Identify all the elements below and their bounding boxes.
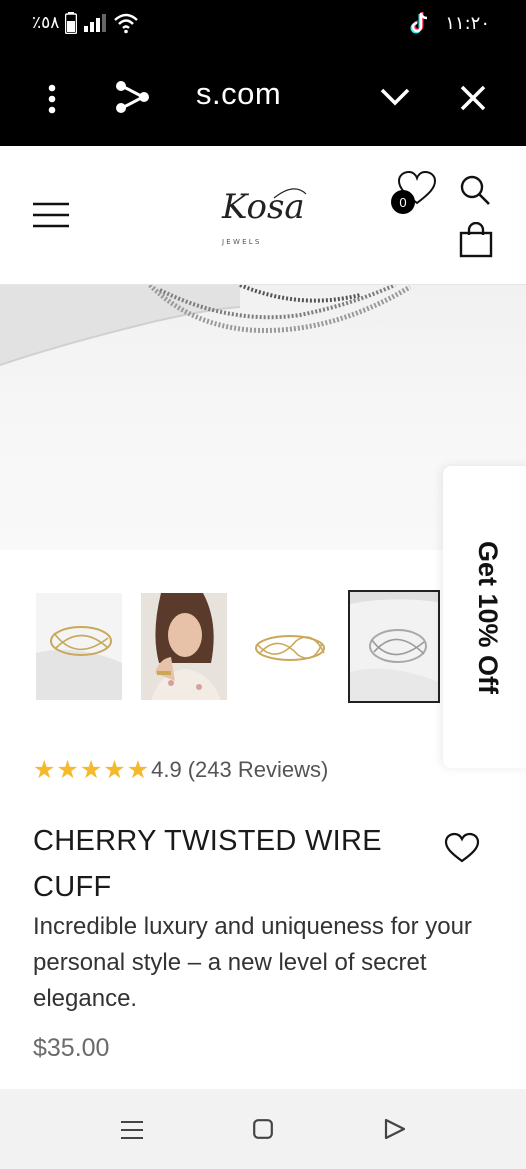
close-icon[interactable] [460, 85, 486, 111]
star-icon: ★ [33, 755, 56, 784]
chevron-down-icon[interactable] [380, 86, 410, 108]
promo-side-tab[interactable]: Get 10% Off [443, 466, 526, 768]
rating-stars: ★ ★ ★ ★ ★ [33, 756, 149, 784]
more-options-icon[interactable] [46, 84, 58, 114]
thumbnail-gold-cuff-flat[interactable] [246, 593, 332, 700]
status-left: ٪٥٨ [32, 12, 139, 34]
brand-logo[interactable]: Kosa J E W E L S [214, 178, 314, 248]
url-text[interactable]: s.com [196, 76, 281, 112]
system-navigation-bar [0, 1089, 526, 1169]
clock: ١١:٢٠ [445, 12, 490, 34]
thumbnail-model-wearing[interactable] [141, 593, 227, 700]
add-to-wishlist-heart-icon[interactable] [444, 832, 480, 864]
star-icon: ★ [126, 755, 150, 784]
star-icon: ★ [103, 755, 126, 784]
wishlist-count-badge: 0 [391, 190, 415, 214]
star-icon: ★ [79, 755, 103, 784]
search-icon[interactable] [459, 174, 491, 206]
battery-percent: ٪٥٨ [32, 13, 60, 33]
back-icon[interactable] [384, 1118, 406, 1140]
signal-icon [84, 14, 107, 32]
wifi-icon [114, 13, 139, 34]
product-title: CHERRY TWISTED WIRE CUFF [33, 825, 382, 903]
product-rating[interactable]: ★ ★ ★ ★ ★ 4.9 (243 Reviews) [33, 756, 328, 784]
thumbnail-silver-cuff-stand[interactable] [348, 590, 440, 703]
hamburger-menu-icon[interactable] [33, 202, 69, 228]
status-right: ١١:٢٠ [409, 11, 490, 35]
logo-subtitle: J E W E L S [221, 238, 260, 246]
status-bar: ٪٥٨ ١١:٢٠ [0, 0, 526, 52]
browser-toolbar: s.com [0, 52, 526, 146]
home-icon[interactable] [253, 1119, 273, 1139]
share-icon[interactable] [114, 79, 150, 115]
product-price: $35.00 [33, 1034, 110, 1062]
rating-value: 4.9 [151, 757, 182, 782]
promo-label: Get 10% Off [473, 540, 504, 694]
star-icon: ★ [56, 755, 79, 784]
recent-apps-icon[interactable] [121, 1120, 143, 1140]
tiktok-icon [410, 12, 428, 34]
shopping-bag-icon[interactable] [459, 222, 493, 258]
thumbnail-gold-cuff-stand[interactable] [36, 593, 122, 700]
logo-wordmark: Kosa [221, 187, 305, 227]
battery-icon [65, 12, 78, 34]
review-count: (243 Reviews) [187, 757, 329, 782]
product-description: Incredible luxury and uniqueness for you… [33, 913, 472, 1012]
